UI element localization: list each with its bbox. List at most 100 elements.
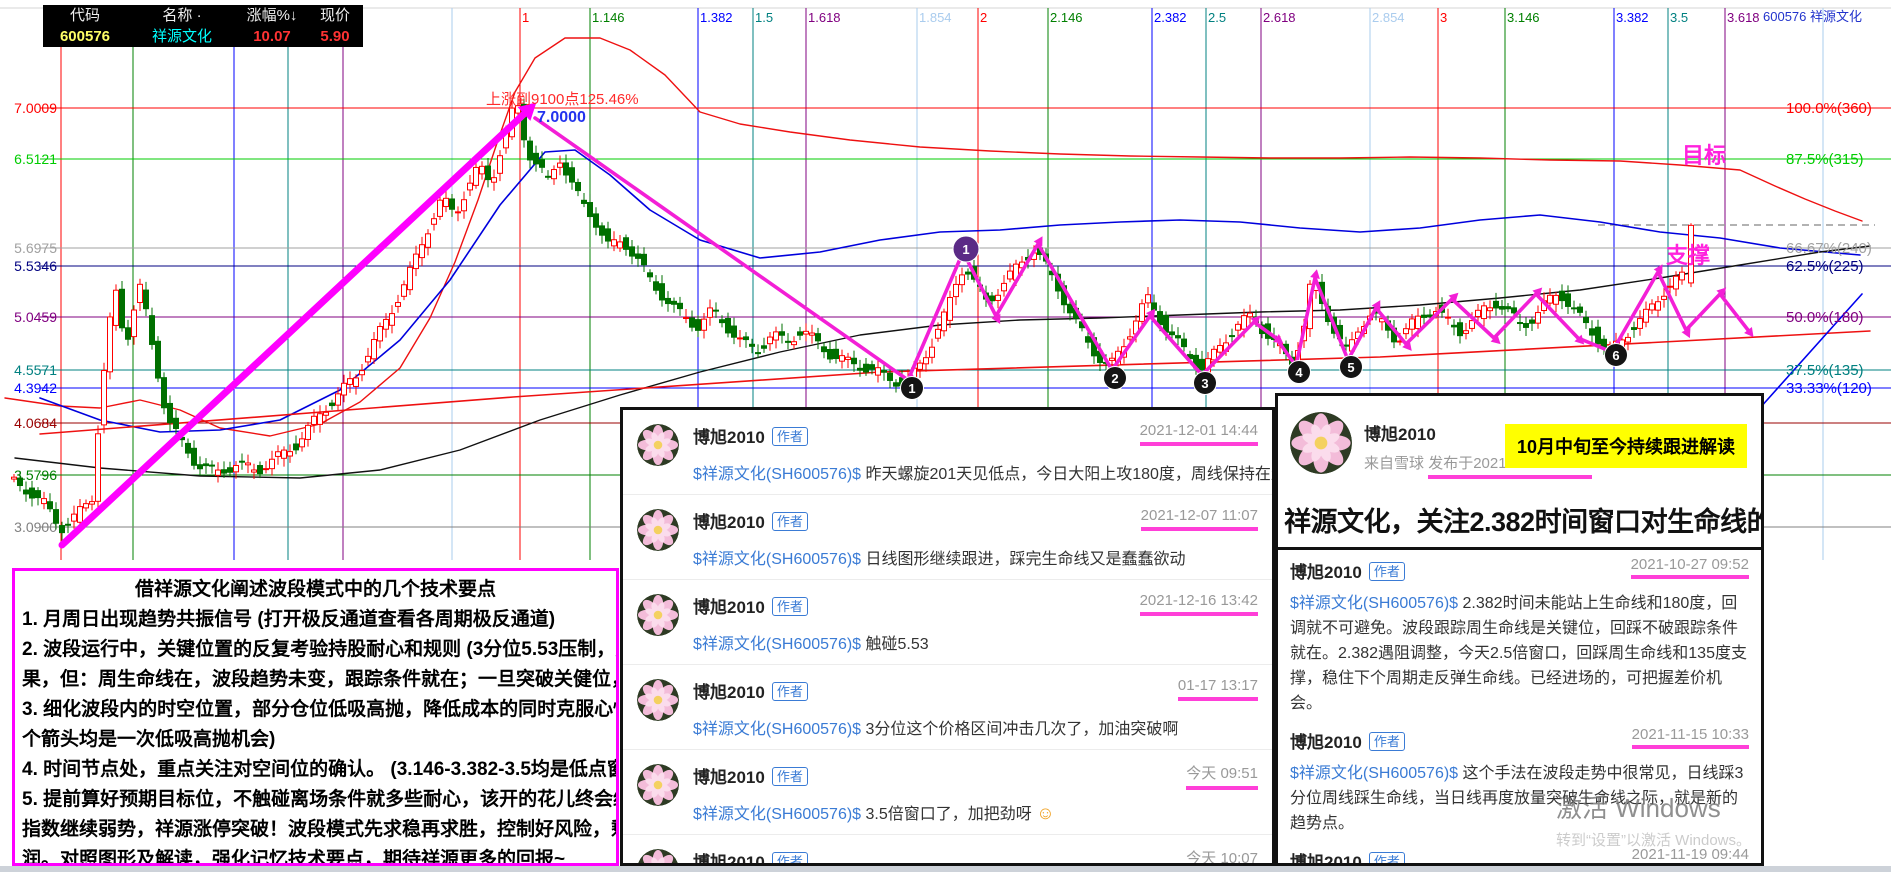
author-name[interactable]: 博旭2010: [693, 598, 765, 617]
author-badge: 作者: [1369, 852, 1405, 866]
svg-text:66.67%(240): 66.67%(240): [1786, 240, 1872, 257]
author-badge: 作者: [1369, 562, 1405, 581]
svg-text:4.3942: 4.3942: [14, 380, 57, 396]
svg-text:1.5: 1.5: [755, 10, 773, 25]
notes-line: 指数继续弱势，祥源涨停突破！波段模式先求稳再求胜，控制好风险，剩下的即是利: [15, 815, 616, 845]
comment-row[interactable]: 2021-12-16 13:42 博旭2010 作者 $祥源文化(SH600576)$…: [623, 580, 1272, 665]
comment-row[interactable]: 2021-10-27 09:52博旭2010作者$祥源文化(SH600576)$…: [1278, 550, 1761, 720]
stock-name[interactable]: 祥源文化: [127, 26, 237, 47]
svg-text:3: 3: [1201, 376, 1208, 391]
ticker-link[interactable]: $祥源文化(SH600576)$: [1290, 595, 1458, 612]
support-label: 支撑: [1666, 238, 1710, 270]
author-name[interactable]: 博旭2010: [693, 683, 765, 702]
svg-text:3.146: 3.146: [1507, 10, 1540, 25]
svg-text:1: 1: [962, 242, 969, 257]
svg-text:5: 5: [1347, 360, 1354, 375]
comment-row[interactable]: 今天 09:51博旭2010作者$祥源文化(SH600576)$ 3.5倍窗口了…: [623, 750, 1272, 835]
svg-text:3.618: 3.618: [1727, 10, 1760, 25]
ticker-link[interactable]: $祥源文化(SH600576)$: [693, 636, 861, 653]
article-title[interactable]: 祥源文化，关注2.382时间窗口对生命线的确认: [1278, 498, 1761, 550]
sort-desc-icon: ↓: [290, 7, 298, 24]
svg-text:50.0%(180): 50.0%(180): [1786, 309, 1864, 326]
ticker-link[interactable]: $祥源文化(SH600576)$: [693, 466, 861, 483]
article-panel: 博旭2010 来自雪球 发布于2021-10-14 13:52 10月中旬至今持…: [1275, 393, 1764, 866]
stock-price: 5.90: [307, 26, 363, 47]
svg-text:2.382: 2.382: [1154, 10, 1187, 25]
comment-date: 2021-12-16 13:42: [1140, 592, 1258, 616]
ticker-link[interactable]: $祥源文化(SH600576)$: [693, 806, 861, 823]
author-badge: 作者: [772, 682, 808, 701]
window-bottom-edge: [0, 866, 1891, 872]
svg-text:2: 2: [980, 10, 987, 25]
comment-date: 2021-11-19 09:44: [1632, 846, 1749, 866]
comment-row[interactable]: 2021-12-01 14:44博旭2010作者$祥源文化(SH600576)$…: [623, 410, 1272, 495]
author-name[interactable]: 博旭2010: [693, 428, 765, 447]
ticker-link[interactable]: $祥源文化(SH600576)$: [1290, 765, 1458, 782]
author-name[interactable]: 博旭2010: [1290, 733, 1362, 752]
avatar[interactable]: [1290, 412, 1352, 474]
notes-line: 果，但：周生命线在，波段趋势未变，跟踪条件就在；一旦突破关健位，伴随加速): [15, 665, 616, 695]
target-label: 目标: [1682, 138, 1726, 170]
comment-row[interactable]: 2021-11-15 10:33博旭2010作者$祥源文化(SH600576)$…: [1278, 720, 1761, 840]
svg-text:1.382: 1.382: [700, 10, 733, 25]
comment-row[interactable]: 01-17 13:17 博旭2010 作者 $祥源文化(SH600576)$ 3分位这…: [623, 665, 1272, 750]
watchlist-table[interactable]: 代码 名称 · 涨幅%↓ 现价 600576 祥源文化 10.07 5.90: [43, 5, 363, 47]
comment-date: 今天 09:51: [1186, 762, 1258, 790]
notes-title: 借祥源文化阐述波段模式中的几个技术要点: [15, 571, 616, 605]
comment-text: $祥源文化(SH600576)$ 这个手法在波段走势中很常见，日线踩3分位周线踩…: [1290, 761, 1749, 836]
svg-text:2: 2: [1111, 371, 1118, 386]
svg-text:33.33%(120): 33.33%(120): [1786, 380, 1872, 397]
comment-text: $祥源文化(SH600576)$ 3分位这个价格区间冲击几次了，加油突破啊: [693, 715, 1258, 739]
avatar[interactable]: [637, 764, 679, 806]
comment-text: $祥源文化(SH600576)$ 3.5倍窗口了，加把劲呀 ☺: [693, 800, 1258, 824]
watchlist-header: 代码 名称 · 涨幅%↓ 现价: [43, 5, 363, 26]
avatar[interactable]: [637, 509, 679, 551]
svg-text:3.5: 3.5: [1670, 10, 1688, 25]
author-badge: 作者: [772, 597, 808, 616]
author-name[interactable]: 博旭2010: [693, 513, 765, 532]
notes-line: 4. 时间节点处，重点关注对空间位的确认。 (3.146-3.382-3.5均是…: [15, 755, 616, 785]
notes-line: 5. 提前算好预期目标位，不触碰离场条件就多些耐心，该开的花儿终会绽放。: [15, 785, 616, 815]
comment-row[interactable]: 2021-11-19 09:44博旭2010作者$祥源文化(SH600576)$…: [1278, 840, 1761, 866]
comment-date: 今天 10:07: [1186, 847, 1258, 866]
svg-text:3.0900: 3.0900: [14, 519, 57, 535]
avatar[interactable]: [637, 594, 679, 636]
comment-feed-panel: 2021-12-01 14:44博旭2010作者$祥源文化(SH600576)$…: [620, 407, 1275, 866]
comment-text: $祥源文化(SH600576)$ 昨天螺旋201天见低点，今日大阳上攻180度，…: [693, 460, 1258, 484]
avatar[interactable]: [637, 849, 679, 866]
stock-code[interactable]: 600576: [43, 26, 127, 47]
comment-text: $祥源文化(SH600576)$ 日线图形继续跟进，踩完生命线又是蠢蠢欲动: [693, 545, 1258, 569]
author-badge: 作者: [772, 512, 808, 531]
comment-date: 2021-11-15 10:33: [1632, 726, 1749, 749]
svg-text:7.0009: 7.0009: [14, 100, 57, 116]
ticker-link[interactable]: $祥源文化(SH600576)$: [693, 551, 861, 568]
svg-text:1: 1: [908, 381, 915, 396]
svg-text:5.6975: 5.6975: [14, 240, 57, 256]
svg-text:6.5121: 6.5121: [14, 151, 57, 167]
article-header: 博旭2010 来自雪球 发布于2021-10-14 13:52 10月中旬至今持…: [1278, 396, 1761, 498]
ticker-link[interactable]: $祥源文化(SH600576)$: [693, 721, 861, 738]
svg-text:2.146: 2.146: [1050, 10, 1083, 25]
notes-line: 2. 波段运行中，关键位置的反复考验持股耐心和规则 (3分位5.53压制，几次上…: [15, 635, 616, 665]
avatar[interactable]: [637, 679, 679, 721]
svg-text:100.0%(360): 100.0%(360): [1786, 100, 1872, 117]
watchlist-row[interactable]: 600576 祥源文化 10.07 5.90: [43, 26, 363, 47]
svg-text:1.146: 1.146: [592, 10, 625, 25]
svg-text:87.5%(315): 87.5%(315): [1786, 151, 1864, 168]
author-name[interactable]: 博旭2010: [1364, 420, 1436, 445]
svg-text:5.0459: 5.0459: [14, 309, 57, 325]
comment-date: 2021-12-07 11:07: [1141, 507, 1258, 531]
comment-row[interactable]: 2021-12-07 11:07 博旭2010 作者 $祥源文化(SH600576)$…: [623, 495, 1272, 580]
author-name[interactable]: 博旭2010: [1290, 563, 1362, 582]
avatar[interactable]: [637, 424, 679, 466]
author-badge: 作者: [772, 852, 808, 866]
svg-text:2.5: 2.5: [1208, 10, 1226, 25]
comment-row[interactable]: 今天 10:07博旭2010作者$祥源文化(SH600576)$ 涨停3.5倍时…: [623, 835, 1272, 866]
svg-text:37.5%(135): 37.5%(135): [1786, 362, 1864, 379]
author-name[interactable]: 博旭2010: [1290, 853, 1362, 866]
author-name[interactable]: 博旭2010: [693, 853, 765, 866]
comment-date: 01-17 13:17: [1178, 677, 1258, 701]
col-change[interactable]: 涨幅%↓: [237, 5, 307, 26]
notes-line: 3. 细化波段内的时空位置，部分仓位低吸高抛，降低成本的同时克服心性。 (每一: [15, 695, 616, 725]
author-name[interactable]: 博旭2010: [693, 768, 765, 787]
